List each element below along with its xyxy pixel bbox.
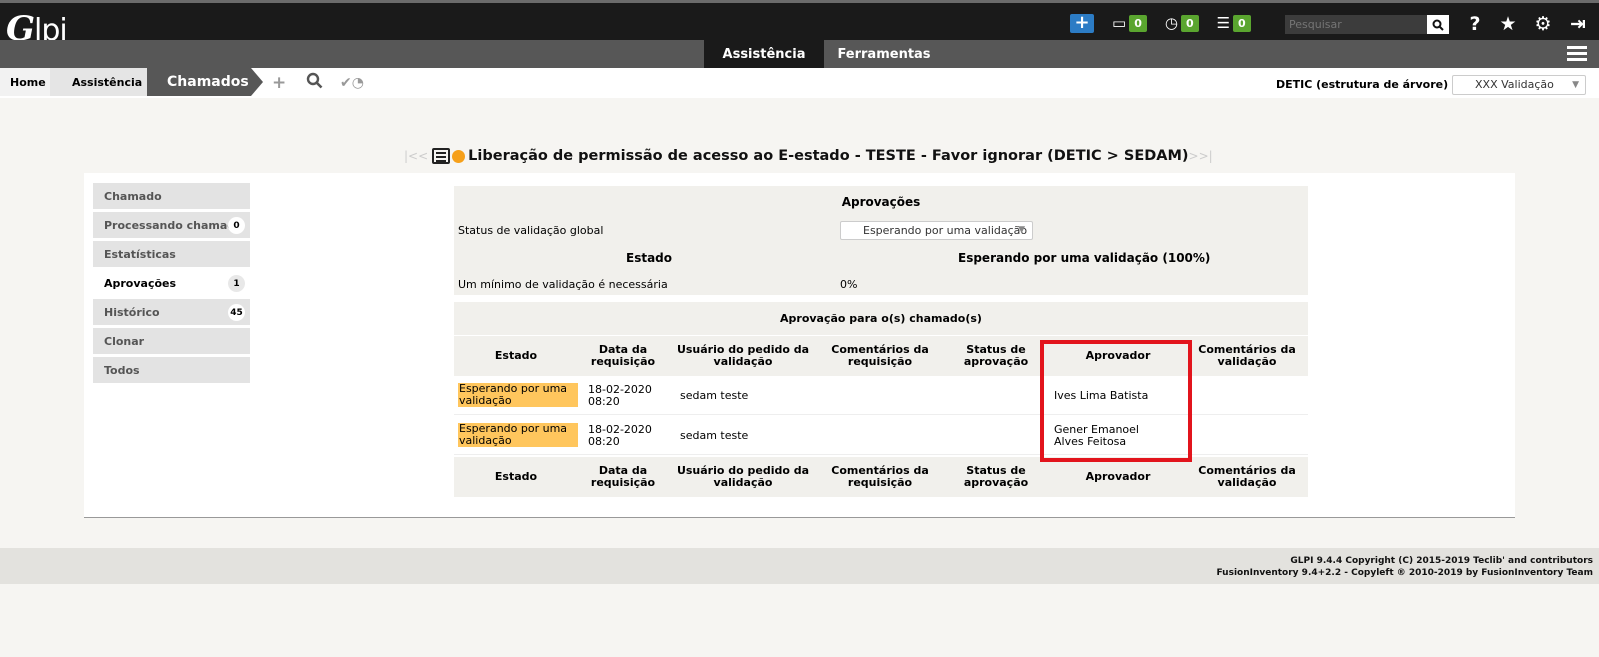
logout-icon[interactable]: ⇥ [1567, 13, 1589, 35]
add-icon[interactable]: + [1070, 13, 1094, 33]
state-value: Esperando por uma validação (100%) [958, 251, 1211, 265]
header-shortcuts: + ▭ 0 ◷ 0 ☰ 0 [1070, 11, 1251, 35]
global-search [1285, 15, 1449, 34]
breadcrumb-separator [251, 68, 263, 96]
ticket-icon: ▭ [1112, 14, 1127, 32]
column-header: Status de aprovação [963, 464, 1029, 489]
tab-processando-chamado[interactable]: Processando chamado 0 [93, 212, 250, 238]
table-footer-row: Estado Data da requisição Usuário do ped… [454, 456, 1308, 497]
column-header: Data da requisição [590, 464, 656, 489]
ticket-tabs: Chamado Processando chamado 0 Estatística… [93, 183, 250, 386]
tab-clonar[interactable]: Clonar [93, 328, 250, 354]
status-dot-icon [452, 149, 466, 163]
ticket-title-row: |<< Liberação de permissão de acesso ao … [404, 145, 1213, 167]
star-icon[interactable]: ★ [1497, 13, 1519, 35]
tab-estatisticas[interactable]: Estatísticas [93, 241, 250, 267]
min-validation-value: 0% [840, 278, 858, 291]
tab-label: Todos [104, 363, 140, 377]
tab-historico[interactable]: Histórico 45 [93, 299, 250, 325]
tab-todos[interactable]: Todos [93, 357, 250, 383]
tickets-counter[interactable]: ▭ 0 [1112, 14, 1147, 32]
tab-label: Aprovações [104, 276, 177, 290]
column-header: Status de aprovação [963, 343, 1029, 368]
breadcrumb-assistencia[interactable]: Assistência [50, 68, 147, 96]
approvals-summary: Aprovações Status de validação global Es… [454, 186, 1308, 295]
state-label: Estado [626, 251, 673, 265]
pending-count-badge: 0 [1180, 14, 1199, 32]
clock-icon: ◷ [1164, 14, 1178, 32]
tab-label: Processando chamado [104, 218, 243, 232]
hamburger-menu-icon[interactable] [1567, 46, 1587, 64]
status-badge: Esperando por uma validação [458, 383, 578, 407]
main-menu: Assistência Ferramentas [0, 40, 1599, 68]
entity-select[interactable]: XXX Validação ▼ [1452, 75, 1586, 95]
tasks-counter[interactable]: ☰ 0 [1217, 14, 1251, 32]
fusioninventory-copyright[interactable]: FusionInventory 9.4+2.2 - Copyleft ® 201… [1216, 568, 1593, 578]
approvals-table-caption: Aprovação para o(s) chamado(s) [454, 302, 1308, 335]
top-header: Glpi + ▭ 0 ◷ 0 ☰ 0 ? ★ ⚙ ⇥ [0, 0, 1599, 49]
column-header: Data da requisição [590, 343, 656, 368]
tab-count-badge: 0 [228, 217, 245, 234]
check-validation-icon[interactable]: ✔◔ [340, 75, 364, 91]
column-header: Usuário do pedido da validação [676, 464, 810, 489]
tab-label: Estatísticas [104, 247, 176, 261]
column-header: Estado [494, 349, 538, 362]
column-header: Comentários da requisição [831, 343, 929, 368]
chevron-down-icon: ▼ [1018, 225, 1025, 235]
tasks-icon: ☰ [1216, 14, 1231, 32]
entity-select-value: XXX Validação [1475, 78, 1554, 91]
global-status-value: Esperando por uma validação [863, 224, 1028, 237]
last-item-nav[interactable]: >>| [1189, 149, 1213, 163]
column-header: Comentários da validação [1198, 343, 1296, 368]
menu-ferramentas[interactable]: Ferramentas [824, 40, 944, 68]
entity-label[interactable]: DETIC (estrutura de árvore) [1276, 78, 1448, 91]
column-header: Aprovador [1085, 470, 1151, 483]
column-header: Comentários da validação [1198, 464, 1296, 489]
tab-aprovacoes[interactable]: Aprovações 1 [93, 270, 250, 296]
min-validation-label: Um mínimo de validação é necessária [458, 278, 668, 291]
page-title: Liberação de permissão de acesso ao E-es… [468, 148, 1189, 164]
search-icon[interactable] [1427, 15, 1449, 34]
column-header: Comentários da requisição [831, 464, 929, 489]
add-ticket-icon[interactable]: + [272, 73, 286, 93]
list-icon[interactable] [432, 148, 451, 164]
search-input[interactable] [1285, 15, 1427, 34]
tickets-count-badge: 0 [1129, 14, 1147, 32]
column-header: Usuário do pedido da validação [676, 343, 810, 368]
glpi-copyright[interactable]: GLPI 9.4.4 Copyright (C) 2015-2019 Tecli… [1290, 556, 1593, 566]
help-icon[interactable]: ? [1464, 13, 1486, 35]
tab-chamado[interactable]: Chamado [93, 183, 250, 209]
request-date: 18-02-2020 08:20 [588, 422, 652, 448]
tasks-count-badge: 0 [1233, 14, 1251, 32]
request-date: 18-02-2020 08:20 [588, 382, 652, 408]
tab-count-badge: 1 [228, 275, 245, 292]
tab-label: Clonar [104, 334, 145, 348]
approver-highlight-box [1040, 340, 1192, 462]
approvals-heading: Aprovações [841, 195, 921, 209]
global-status-select[interactable]: Esperando por uma validação ▼ [840, 221, 1033, 240]
menu-assistencia[interactable]: Assistência [704, 40, 824, 68]
gear-icon[interactable]: ⚙ [1532, 13, 1554, 35]
first-item-nav[interactable]: |<< [404, 149, 428, 163]
requester-link[interactable]: sedam teste [680, 417, 820, 454]
chevron-down-icon: ▼ [1572, 80, 1579, 90]
pending-counter[interactable]: ◷ 0 [1165, 14, 1199, 32]
tab-label: Histórico [104, 305, 160, 319]
page-footer: GLPI 9.4.4 Copyright (C) 2015-2019 Tecli… [0, 548, 1599, 584]
status-badge: Esperando por uma validação [458, 423, 578, 447]
requester-link[interactable]: sedam teste [680, 377, 820, 414]
tab-label: Chamado [104, 189, 162, 203]
breadcrumb-home[interactable]: Home [0, 68, 50, 96]
breadcrumb-chamados[interactable]: Chamados [147, 68, 251, 96]
global-status-label: Status de validação global [458, 224, 604, 237]
tab-count-badge: 45 [228, 304, 245, 321]
column-header: Estado [494, 470, 538, 483]
search-tickets-icon[interactable] [306, 72, 323, 94]
